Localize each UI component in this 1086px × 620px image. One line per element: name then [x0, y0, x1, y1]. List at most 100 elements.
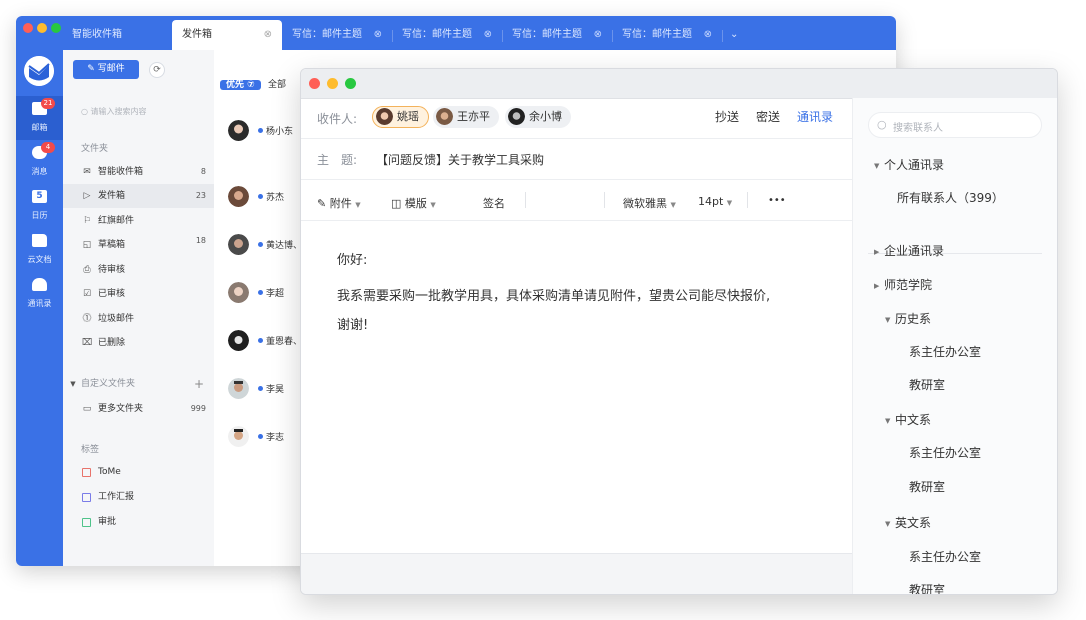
recipient-chip[interactable]: 王亦平 — [433, 106, 499, 128]
filter-all[interactable]: 全部 — [268, 76, 286, 94]
nav-item-messages[interactable]: 4 消息 — [16, 140, 63, 184]
zoom-window-button[interactable] — [345, 78, 356, 89]
close-icon[interactable]: ⊗ — [264, 20, 272, 50]
folder-item-more[interactable]: ▭ 更多文件夹 999 — [63, 397, 214, 421]
subject-row: 主 题: 【问题反馈】关于教学工具采购 — [301, 139, 852, 180]
sender-name: 苏杰 — [266, 193, 285, 203]
caret-down-icon: ▼ — [885, 315, 891, 324]
tab-compose-3[interactable]: 写信：邮件主题 ⊗ — [502, 20, 612, 50]
nav-item-contacts[interactable]: 通讯录 — [16, 272, 63, 316]
folder-count: 23 — [195, 191, 206, 200]
tree-school[interactable]: ▶ 师范学院 — [874, 276, 932, 293]
refresh-button[interactable]: ⟳ — [149, 62, 165, 78]
address-book-button[interactable]: 通讯录 — [797, 108, 833, 125]
caret-down-icon: ▼ — [885, 416, 891, 425]
folder-item-spam[interactable]: ⓵ 垃圾邮件 — [63, 307, 214, 331]
folder-search-input[interactable]: ○ 请输入搜索内容 — [81, 106, 147, 117]
tree-english-dept[interactable]: ▼ 英文系 — [885, 514, 931, 531]
tag-item-work-report[interactable]: 工作汇报 — [63, 485, 214, 509]
body-line[interactable]: 谢谢! — [337, 314, 368, 333]
minimize-window-button[interactable] — [37, 23, 47, 33]
tab-overflow-button[interactable]: ⌄ — [726, 20, 746, 50]
tab-compose-2[interactable]: 写信：邮件主题 ⊗ — [392, 20, 502, 50]
tab-compose-4[interactable]: 写信：邮件主题 ⊗ — [612, 20, 722, 50]
tree-enterprise-contacts[interactable]: ▶ 企业通讯录 — [874, 242, 944, 259]
app-logo — [24, 56, 54, 86]
write-mail-button[interactable]: ✎ 写邮件 — [73, 60, 139, 79]
nav-item-cloud-docs[interactable]: 云文档 — [16, 228, 63, 272]
tree-history-teaching[interactable]: 教研室 — [909, 376, 945, 393]
bcc-button[interactable]: 密送 — [756, 108, 780, 125]
nav-label: 云文档 — [27, 255, 52, 264]
tree-chinese-dept[interactable]: ▼ 中文系 — [885, 411, 931, 428]
tab-outbox[interactable]: 发件箱 ⊗ — [172, 20, 282, 50]
recipient-chip[interactable]: 姚瑶 — [372, 106, 429, 128]
signature-button[interactable]: 签名 — [483, 195, 505, 211]
unread-dot — [258, 194, 263, 199]
font-family-select[interactable]: 微软雅黑 ▼ — [623, 195, 676, 211]
font-size-select[interactable]: 14pt ▼ — [698, 195, 732, 208]
folder-item-drafts[interactable]: ◱ 草稿箱 18 — [63, 233, 214, 257]
close-window-button[interactable] — [309, 78, 320, 89]
nav-item-calendar[interactable]: 5 日历 — [16, 184, 63, 228]
body-line[interactable]: 你好: — [337, 249, 367, 268]
add-folder-button[interactable]: + — [194, 372, 204, 396]
zoom-window-button[interactable] — [51, 23, 61, 33]
toolbar-divider — [747, 192, 748, 208]
attachment-button[interactable]: ✎ 附件 ▼ — [317, 195, 361, 211]
unread-dot — [258, 128, 263, 133]
close-icon[interactable]: ⊗ — [484, 20, 492, 50]
avatar — [228, 426, 249, 447]
more-options-button[interactable]: ••• — [768, 195, 786, 206]
tab-label: 写信：邮件主题 — [402, 29, 472, 40]
body-line[interactable]: 我系需要采购一批教学用具，具体采购清单请见附件，望贵公司能尽快报价, — [337, 285, 770, 304]
folder-item-pending-review[interactable]: ⎙ 待审核 — [63, 258, 214, 282]
close-icon[interactable]: ⊗ — [704, 20, 712, 50]
tag-item-tome[interactable]: ToMe — [63, 460, 214, 484]
close-icon[interactable]: ⊗ — [594, 20, 602, 50]
search-placeholder: 请输入搜索内容 — [90, 107, 147, 116]
filter-priority[interactable]: 优先 ⑦ — [220, 76, 261, 94]
folder-item-smart-inbox[interactable]: ✉ 智能收件箱 8 — [63, 160, 214, 184]
subject-input[interactable]: 【问题反馈】关于教学工具采购 — [376, 151, 544, 168]
tree-history-office[interactable]: 系主任办公室 — [909, 343, 981, 360]
caret-down-icon: ▼ — [885, 519, 891, 528]
folder-item-flagged[interactable]: ⚐ 红旗邮件 — [63, 209, 214, 233]
folder-item-deleted[interactable]: ⌧ 已删除 — [63, 331, 214, 355]
tag-item-approval[interactable]: 审批 — [63, 510, 214, 534]
refresh-icon: ⟳ — [153, 65, 161, 75]
tree-label: 企业通讯录 — [884, 244, 945, 258]
chevron-down-icon: ▼ — [670, 201, 676, 209]
tree-personal-contacts[interactable]: ▼ 个人通讯录 — [874, 156, 944, 173]
nav-item-mail[interactable]: 21 邮箱 — [16, 96, 63, 140]
close-icon[interactable]: ⊗ — [374, 20, 382, 50]
folder-label: 更多文件夹 — [98, 404, 144, 414]
recipient-chip[interactable]: 余小博 — [505, 106, 571, 128]
tree-label: 中文系 — [895, 413, 932, 427]
folder-label: 已审核 — [98, 289, 126, 299]
minimize-window-button[interactable] — [327, 78, 338, 89]
tree-history-dept[interactable]: ▼ 历史系 — [885, 310, 931, 327]
contacts-search-input[interactable]: ○ 搜索联系人 — [868, 112, 1042, 138]
tab-compose-1[interactable]: 写信：邮件主题 ⊗ — [282, 20, 392, 50]
tree-english-office[interactable]: 系主任办公室 — [909, 548, 981, 565]
template-button[interactable]: ◫ 模版 ▼ — [391, 195, 436, 211]
cc-button[interactable]: 抄送 — [715, 108, 739, 125]
cloud-folder-icon — [32, 234, 47, 247]
folder-count: 18 — [195, 236, 206, 245]
avatar — [228, 282, 249, 303]
folder-item-reviewed[interactable]: ☑ 已审核 — [63, 282, 214, 306]
tree-chinese-teaching[interactable]: 教研室 — [909, 478, 945, 495]
tag-label: 审批 — [98, 517, 117, 527]
sender-name: 杨小东 — [266, 127, 294, 137]
tags-title: 标签 — [81, 445, 100, 455]
custom-folders-header[interactable]: ▼ 自定义文件夹 + — [63, 372, 214, 396]
close-window-button[interactable] — [23, 23, 33, 33]
tree-all-contacts[interactable]: 所有联系人（399） — [897, 189, 1004, 206]
tree-english-teaching[interactable]: 教研室 — [909, 581, 945, 594]
warning-icon: ⓵ — [82, 314, 92, 324]
tag-label: 工作汇报 — [98, 492, 135, 502]
folder-item-outbox[interactable]: ▷ 发件箱 23 — [63, 184, 214, 208]
tree-chinese-office[interactable]: 系主任办公室 — [909, 444, 981, 461]
tab-smart-inbox[interactable]: 智能收件箱 — [62, 20, 172, 50]
